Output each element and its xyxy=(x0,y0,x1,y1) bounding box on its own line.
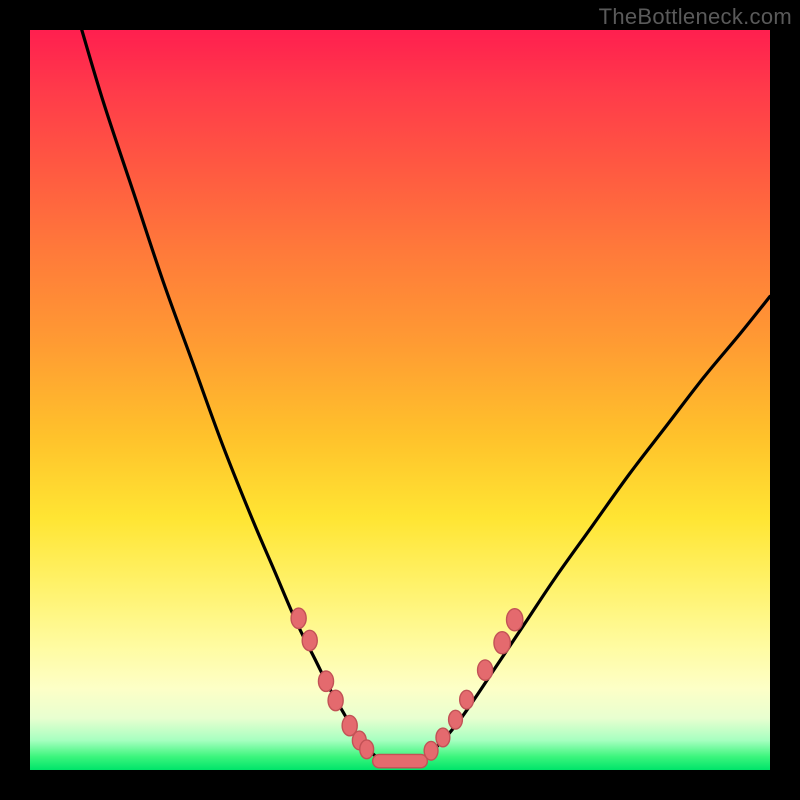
floor-band xyxy=(373,754,428,767)
right-dot-5 xyxy=(494,632,510,654)
right-dot-4 xyxy=(478,660,493,680)
chart-svg xyxy=(30,30,770,770)
source-watermark: TheBottleneck.com xyxy=(599,4,792,30)
left-dot-2 xyxy=(318,671,333,691)
right-dot-0 xyxy=(424,741,438,760)
right-dot-2 xyxy=(449,710,463,729)
right-dot-3 xyxy=(460,690,474,709)
plot-area xyxy=(30,30,770,770)
right-dot-6 xyxy=(507,609,523,631)
left-dot-3 xyxy=(328,690,343,710)
right-dot-1 xyxy=(436,728,450,747)
chart-frame: TheBottleneck.com xyxy=(0,0,800,800)
curve-right-curve xyxy=(422,296,770,758)
left-dot-6 xyxy=(360,740,374,759)
left-dot-0 xyxy=(291,608,306,628)
curve-left-curve xyxy=(82,30,378,758)
left-dot-1 xyxy=(302,630,317,650)
